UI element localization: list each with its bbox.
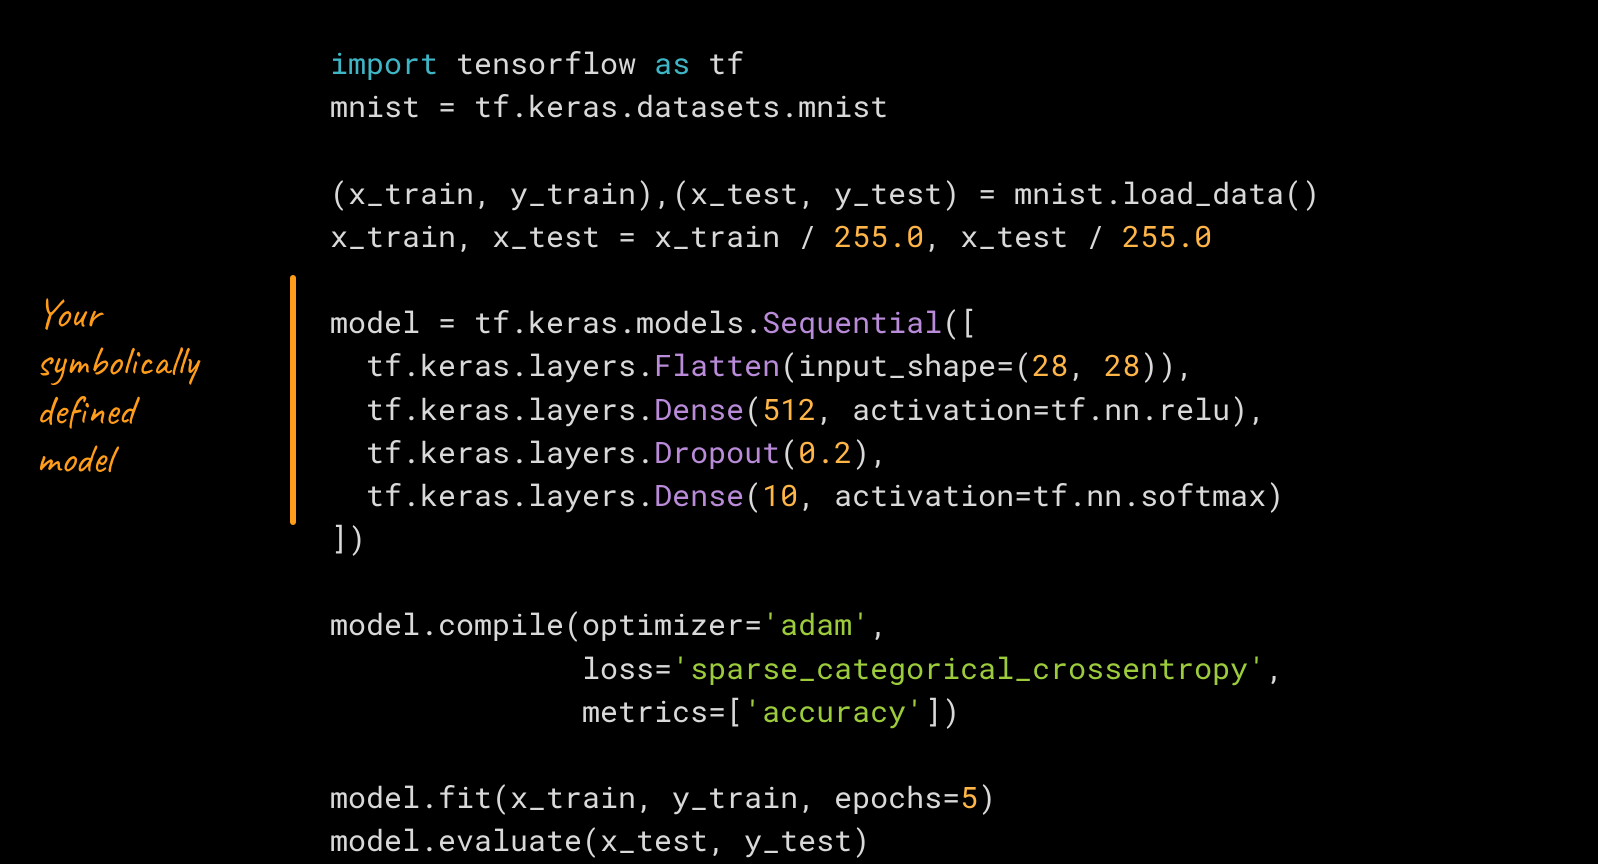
code-token: ) bbox=[978, 778, 996, 817]
code-token: metrics=[ bbox=[330, 692, 744, 731]
code-token: 0.2 bbox=[798, 433, 852, 472]
code-token: loss= bbox=[330, 649, 672, 688]
code-token: x_train, x_test = x_train / bbox=[330, 217, 834, 256]
code-token: 28 bbox=[1032, 346, 1068, 385]
code-token: ( bbox=[744, 476, 762, 515]
code-token: model = tf.keras.models. bbox=[330, 303, 762, 342]
code-token: tf.keras.layers. bbox=[330, 476, 654, 515]
code-token: tf.keras.layers. bbox=[330, 346, 654, 385]
code-token: 28 bbox=[1104, 346, 1140, 385]
slide: { "colors": { "default": "#d9d9d9", "key… bbox=[0, 0, 1598, 864]
code-token: (input_shape=( bbox=[780, 346, 1032, 385]
code-token: ), bbox=[852, 433, 888, 472]
code-token: , x_test / bbox=[924, 217, 1122, 256]
annotation-line: Your bbox=[36, 287, 100, 340]
code-token: model.fit(x_train, y_train, epochs= bbox=[330, 778, 960, 817]
code-token: import bbox=[330, 44, 438, 83]
code-token: , bbox=[870, 605, 888, 644]
annotation-bracket bbox=[290, 275, 296, 525]
code-token: ( bbox=[780, 433, 798, 472]
annotation-label: Your symbolically defined model bbox=[36, 290, 256, 483]
code-token: Sequential bbox=[762, 303, 942, 342]
code-token: ]) bbox=[924, 692, 960, 731]
code-token: 255.0 bbox=[834, 217, 924, 256]
code-token: Dense bbox=[654, 390, 744, 429]
code-token: model.compile(optimizer= bbox=[330, 605, 762, 644]
code-token: ( bbox=[744, 390, 762, 429]
code-token: , activation=tf.nn.softmax) bbox=[798, 476, 1284, 515]
code-token: 'sparse_categorical_crossentropy' bbox=[672, 649, 1266, 688]
code-token: (x_train, y_train),(x_test, y_test) = mn… bbox=[330, 174, 1320, 213]
code-token: tf.keras.layers. bbox=[330, 390, 654, 429]
code-token: 512 bbox=[762, 390, 816, 429]
code-token: 10 bbox=[762, 476, 798, 515]
code-token: 255.0 bbox=[1122, 217, 1212, 256]
code-token: , bbox=[1068, 346, 1104, 385]
code-token: Dropout bbox=[654, 433, 780, 472]
code-token: as bbox=[654, 44, 690, 83]
code-token: Flatten bbox=[654, 346, 780, 385]
code-token: 5 bbox=[960, 778, 978, 817]
annotation-line: symbolically bbox=[36, 335, 198, 388]
annotation-line: model bbox=[36, 432, 112, 485]
code-token: , bbox=[1266, 649, 1284, 688]
code-token: model.evaluate(x_test, y_test) bbox=[330, 821, 870, 860]
annotation-line: defined bbox=[36, 384, 135, 437]
code-token: tensorflow bbox=[438, 44, 654, 83]
code-token: mnist = tf.keras.datasets.mnist bbox=[330, 87, 888, 126]
code-token: tf bbox=[690, 44, 744, 83]
code-token: ([ bbox=[942, 303, 978, 342]
code-token: ]) bbox=[330, 519, 366, 558]
code-token: tf.keras.layers. bbox=[330, 433, 654, 472]
code-token: )), bbox=[1140, 346, 1194, 385]
code-block: import tensorflow as tf mnist = tf.keras… bbox=[330, 42, 1320, 863]
code-token: , activation=tf.nn.relu), bbox=[816, 390, 1266, 429]
code-token: Dense bbox=[654, 476, 744, 515]
code-token: 'accuracy' bbox=[744, 692, 924, 731]
code-token: 'adam' bbox=[762, 605, 870, 644]
